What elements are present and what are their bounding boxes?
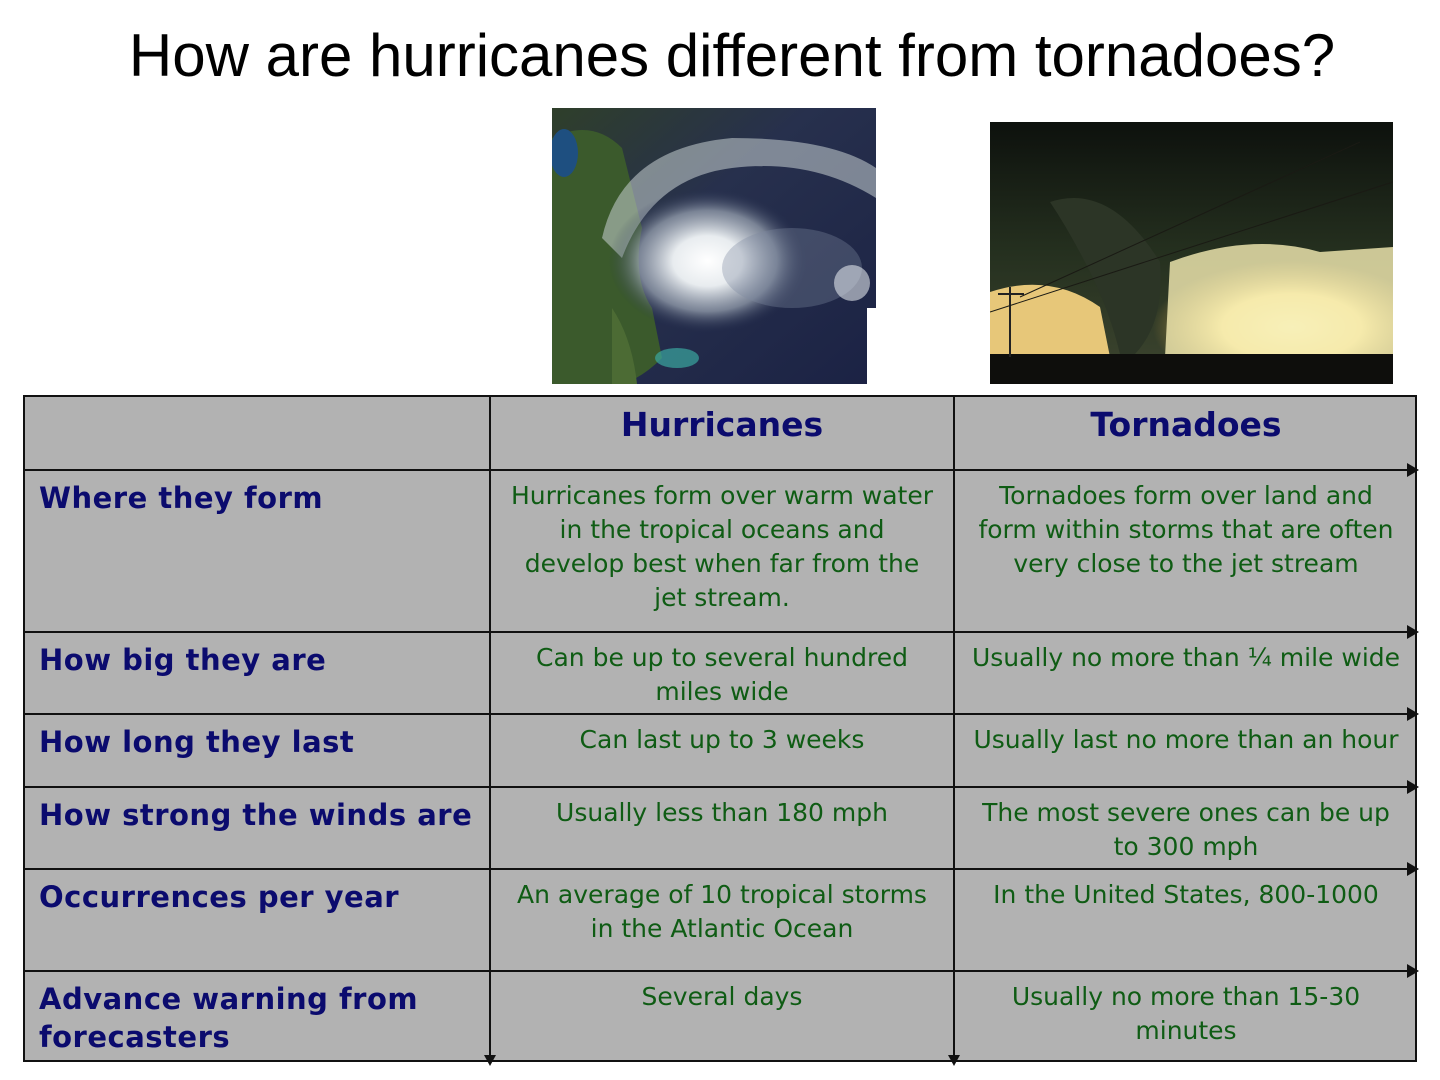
- header-tornadoes: Tornadoes: [953, 397, 1417, 469]
- row-label: Occurrences per year: [39, 880, 400, 914]
- comparison-table: Hurricanes Tornadoes Where they form Hur…: [23, 395, 1419, 1066]
- page-title: How are hurricanes different from tornad…: [128, 22, 1336, 89]
- tornadoes-value: Usually no more than 15-30 minutes: [953, 972, 1417, 1060]
- hurricane-image-graphic: [552, 108, 876, 384]
- hurricanes-value: Hurricanes form over warm water in the t…: [489, 471, 953, 631]
- row-label: How big they are: [39, 643, 327, 677]
- header-cell-empty: [25, 397, 489, 469]
- header-hurricanes: Hurricanes: [489, 397, 953, 469]
- arrow-down-icon: [484, 1055, 496, 1066]
- table-row: How long they last Can last up to 3 week…: [25, 707, 1419, 786]
- table-row: How strong the winds are Usually less th…: [25, 780, 1419, 868]
- table-row: Where they form Hurricanes form over war…: [25, 463, 1419, 631]
- table-header-row: Hurricanes Tornadoes: [25, 397, 1415, 469]
- tornadoes-value: The most severe ones can be up to 300 mp…: [953, 788, 1417, 868]
- tornadoes-value: Usually no more than ¼ mile wide: [953, 633, 1417, 713]
- row-label: How long they last: [39, 725, 355, 759]
- hurricanes-value: Several days: [489, 972, 953, 1060]
- row-label: Where they form: [39, 481, 324, 515]
- hurricane-satellite-image: [552, 108, 876, 384]
- hurricanes-value: Usually less than 180 mph: [489, 788, 953, 868]
- hurricanes-value: An average of 10 tropical storms in the …: [489, 870, 953, 970]
- hurricanes-value: Can last up to 3 weeks: [489, 715, 953, 786]
- row-label: Advance warning from forecasters: [39, 982, 419, 1054]
- table-row: How big they are Can be up to several hu…: [25, 625, 1419, 713]
- tornadoes-value: In the United States, 800-1000: [953, 870, 1417, 970]
- table-row: Advance warning from forecasters Several…: [25, 964, 1419, 1066]
- row-label: How strong the winds are: [39, 798, 473, 832]
- tornado-image-graphic: [990, 122, 1393, 384]
- tornadoes-value: Usually last no more than an hour: [953, 715, 1417, 786]
- table-row: Occurrences per year An average of 10 tr…: [25, 862, 1419, 970]
- tornado-photo: [990, 122, 1393, 384]
- hurricanes-value: Can be up to several hundred miles wide: [489, 633, 953, 713]
- arrow-down-icon: [948, 1055, 960, 1066]
- tornadoes-value: Tornadoes form over land and form within…: [953, 471, 1417, 631]
